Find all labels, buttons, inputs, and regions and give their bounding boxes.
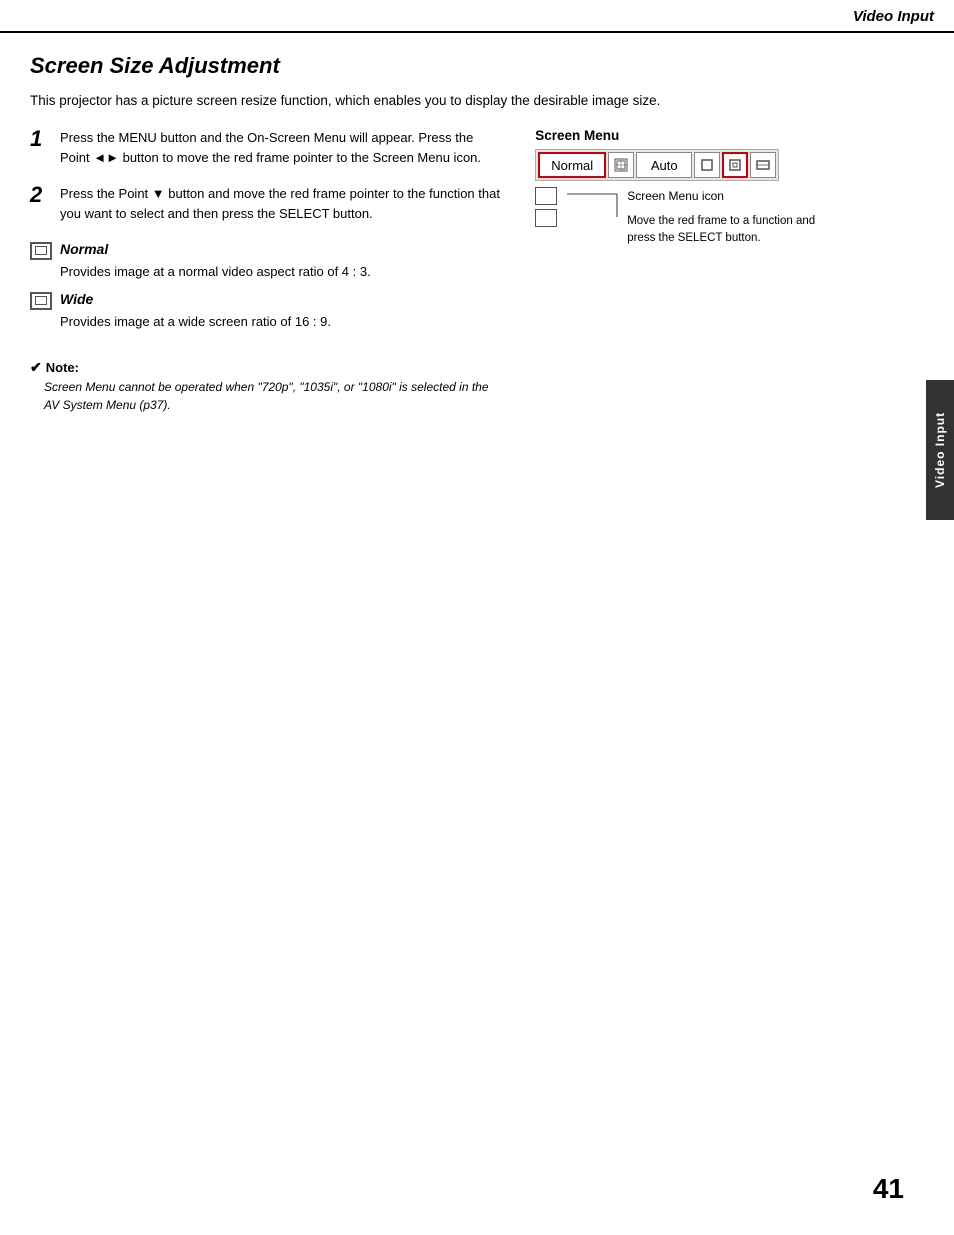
right-column: Screen Menu Normal [535, 128, 924, 414]
step-2: 2 Press the Point ▼ button and move the … [30, 184, 505, 224]
right-tab: Video Input [926, 380, 954, 520]
annotation-content: Screen Menu icon Move the red frame to a… [627, 187, 815, 248]
checkmark-icon: ✔ [30, 359, 42, 376]
note-header: ✔ Note: [30, 359, 505, 376]
screen-menu-icon-label: Screen Menu icon [627, 189, 724, 203]
wide-icon-inner [35, 296, 47, 305]
screen-menu-diagram: Normal Aut [535, 149, 815, 248]
expand-icon [614, 158, 628, 172]
page-container: Video Input Screen Size Adjustment This … [0, 0, 954, 1235]
page-number: 41 [873, 1173, 904, 1205]
step-text-1: Press the MENU button and the On-Screen … [60, 128, 505, 168]
wide-item: Wide [30, 291, 505, 310]
menu-annotation-row: Screen Menu icon Move the red frame to a… [535, 187, 815, 248]
annotation-line1: Screen Menu icon Move the red frame to a… [567, 187, 815, 248]
normal-description: Provides image at a normal video aspect … [60, 264, 505, 279]
side-icons-col [535, 187, 557, 227]
wide-icon-box [30, 292, 52, 310]
annotation-text-col: Screen Menu icon Move the red frame to a… [567, 187, 815, 248]
square-icon-2 [728, 158, 742, 172]
main-content: Screen Size Adjustment This projector ha… [0, 33, 954, 454]
normal-item: Normal [30, 241, 505, 260]
note-text: Screen Menu cannot be operated when "720… [44, 378, 505, 414]
right-tab-label: Video Input [933, 412, 947, 488]
menu-cell-square3 [750, 152, 776, 178]
two-col-layout: 1 Press the MENU button and the On-Scree… [30, 128, 924, 414]
header-title: Video Input [853, 8, 934, 25]
note-label: Note: [46, 360, 79, 375]
menu-cell-square1 [694, 152, 720, 178]
normal-label: Normal [60, 241, 108, 257]
step-number-2: 2 [30, 182, 52, 208]
menu-bar: Normal Aut [535, 149, 779, 181]
page-title: Screen Size Adjustment [30, 53, 924, 79]
screen-menu-label: Screen Menu [535, 128, 924, 143]
note-section: ✔ Note: Screen Menu cannot be operated w… [30, 359, 505, 414]
menu-cell-auto: Auto [636, 152, 692, 178]
auto-menu-text: Auto [651, 158, 678, 173]
wide-description: Provides image at a wide screen ratio of… [60, 314, 505, 329]
step-text-2: Press the Point ▼ button and move the re… [60, 184, 505, 224]
menu-cell-expand [608, 152, 634, 178]
intro-text: This projector has a picture screen resi… [30, 93, 924, 108]
annotation-arrow [567, 189, 627, 219]
menu-cell-normal: Normal [538, 152, 606, 178]
square-icon-1 [700, 158, 714, 172]
normal-menu-text: Normal [551, 158, 593, 173]
side-icon-bottom [535, 209, 557, 227]
wide-label: Wide [60, 291, 93, 307]
left-column: 1 Press the MENU button and the On-Scree… [30, 128, 505, 414]
step-1: 1 Press the MENU button and the On-Scree… [30, 128, 505, 168]
annotation-move-text: Move the red frame to a function andpres… [627, 213, 815, 248]
normal-icon-box [30, 242, 52, 260]
top-header: Video Input [0, 0, 954, 33]
square-icon-3 [756, 158, 770, 172]
step-number-1: 1 [30, 126, 52, 152]
menu-cell-square2 [722, 152, 748, 178]
side-icon-top [535, 187, 557, 205]
normal-icon-inner [35, 246, 47, 255]
